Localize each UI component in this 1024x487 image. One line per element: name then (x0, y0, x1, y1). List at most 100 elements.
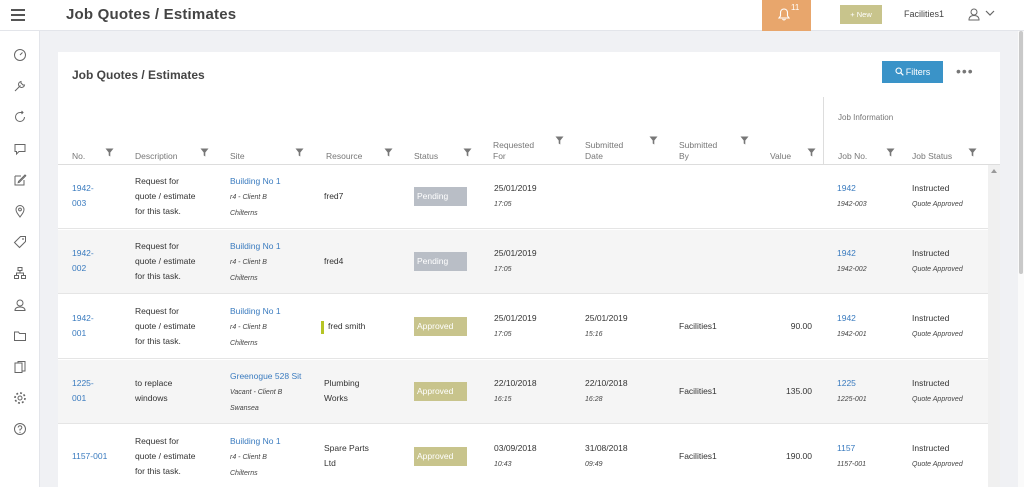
description: Request for quote / estimate for this task… (135, 306, 196, 346)
status-badge: Approved (414, 382, 467, 401)
site: Building No 1 r4 - Client B Chilterns (230, 306, 281, 347)
filter-icon[interactable] (555, 136, 564, 145)
quote-number-link[interactable]: 1942- 001 (72, 311, 94, 341)
col-header-site[interactable]: Site (230, 132, 300, 162)
table-row[interactable]: 1225- 001 to replace windows Greenogue 528… (58, 360, 988, 424)
table-row[interactable]: 1157-001 Request for quote / estimate for … (58, 425, 988, 487)
page-title: Job Quotes / Estimates (66, 6, 237, 23)
requested-for: 25/01/2019 17:05 (494, 313, 537, 338)
site-link[interactable]: Building No 1 (230, 241, 281, 251)
submitted-date: 25/01/2019 15:16 (585, 313, 628, 338)
dashboard-icon[interactable] (13, 48, 27, 62)
tag-icon[interactable] (13, 235, 27, 249)
col-header-value[interactable]: Value (770, 132, 810, 162)
refresh-icon[interactable] (13, 110, 27, 124)
job-status: Instructed Quote Approved (912, 248, 963, 273)
site-link[interactable]: Building No 1 (230, 436, 281, 446)
status-badge: Approved (414, 317, 467, 336)
col-header-resource[interactable]: Resource (326, 132, 386, 162)
table-row[interactable]: 1942- 002 Request for quote / estimate for … (58, 230, 988, 294)
folder-icon[interactable] (13, 329, 27, 343)
col-header-submitted-by[interactable]: Submitted By (679, 132, 739, 162)
status-badge: Pending (414, 252, 467, 271)
filters-button[interactable]: Filters (882, 61, 943, 83)
scroll-thumb[interactable] (1019, 31, 1023, 274)
col-header-job-status[interactable]: Job Status (912, 132, 972, 162)
description: Request for quote / estimate for this task… (135, 241, 196, 281)
resource: Spare Parts Ltd (324, 443, 369, 468)
site: Building No 1 r4 - Client B Chilterns (230, 436, 281, 477)
col-header-requested-for[interactable]: Requested For (493, 132, 553, 162)
col-header-submitted-date[interactable]: Submitted Date (585, 132, 645, 162)
job-information-label: Job Information (838, 113, 894, 122)
filter-icon[interactable] (968, 148, 977, 157)
status-badge: Approved (414, 447, 467, 466)
site: Building No 1 r4 - Client B Chilterns (230, 241, 281, 282)
more-options-button[interactable]: ••• (956, 63, 974, 79)
edit-icon[interactable] (13, 173, 27, 187)
filter-icon[interactable] (886, 148, 895, 157)
location-pin-icon[interactable] (13, 204, 27, 218)
scroll-up-icon[interactable] (991, 169, 997, 173)
site-link[interactable]: Building No 1 (230, 176, 281, 186)
description: Request for quote / estimate for this task… (135, 436, 196, 476)
submitted-date: 31/08/2018 09:49 (585, 443, 628, 468)
group-divider (823, 97, 824, 165)
site-link[interactable]: Building No 1 (230, 306, 281, 316)
user-name[interactable]: Facilities1 (904, 9, 944, 19)
filter-icon[interactable] (649, 136, 658, 145)
resource: fred7 (324, 191, 344, 201)
filters-label: Filters (905, 67, 931, 77)
notification-count: 11 (791, 3, 800, 12)
table-scrollbar[interactable] (988, 165, 1000, 487)
job-number-link[interactable]: 1157 1157-001 (837, 441, 866, 472)
submitted-date: 22/10/2018 16:28 (585, 378, 628, 403)
documents-icon[interactable] (13, 360, 27, 374)
table-row[interactable]: 1942- 001 Request for quote / estimate for … (58, 295, 988, 359)
quote-number-link[interactable]: 1942- 002 (72, 246, 94, 276)
user-icon[interactable] (968, 8, 980, 21)
quote-number-link[interactable]: 1942- 003 (72, 181, 94, 211)
contact-icon[interactable] (13, 298, 27, 312)
job-status: Instructed Quote Approved (912, 378, 963, 403)
notifications-button[interactable]: 11 (762, 0, 811, 31)
top-bar: Job Quotes / Estimates 11 + New Faciliti… (0, 0, 1024, 31)
quote-number-link[interactable]: 1157-001 (72, 449, 107, 464)
hamburger-menu-icon[interactable] (11, 9, 25, 21)
job-number-link[interactable]: 1225 1225-001 (837, 376, 867, 407)
col-header-description[interactable]: Description (135, 132, 205, 162)
settings-icon[interactable] (13, 391, 27, 405)
requested-for: 22/10/2018 16:15 (494, 378, 537, 403)
job-number-link[interactable]: 1942 1942-002 (837, 246, 867, 277)
hierarchy-icon[interactable] (13, 266, 27, 280)
job-status: Instructed Quote Approved (912, 443, 963, 468)
wrench-icon[interactable] (13, 79, 27, 93)
filter-icon[interactable] (740, 136, 749, 145)
filter-icon[interactable] (295, 148, 304, 157)
chevron-down-icon[interactable] (985, 10, 995, 17)
job-number-link[interactable]: 1942 1942-001 (837, 311, 867, 342)
filter-icon[interactable] (463, 148, 472, 157)
filter-icon[interactable] (384, 148, 393, 157)
quote-number-link[interactable]: 1225- 001 (72, 376, 94, 406)
filter-icon[interactable] (105, 148, 114, 157)
description: Request for quote / estimate for this task… (135, 176, 196, 216)
filter-icon[interactable] (807, 148, 816, 157)
filter-icon[interactable] (200, 148, 209, 157)
table-row[interactable]: 1942- 003 Request for quote / estimate for … (58, 165, 988, 229)
new-button[interactable]: + New (840, 5, 882, 24)
job-status: Instructed Quote Approved (912, 313, 963, 338)
col-header-status[interactable]: Status (414, 132, 464, 162)
value: 190.00 (786, 451, 812, 461)
col-header-job-no[interactable]: Job No. (838, 132, 888, 162)
sidebar (0, 31, 40, 487)
site-link[interactable]: Greenogue 528 Sit (230, 371, 301, 381)
help-icon[interactable] (13, 422, 27, 436)
col-header-no[interactable]: No. (72, 132, 122, 162)
resource: Plumbing Works (324, 378, 360, 403)
page-scrollbar[interactable] (1018, 31, 1024, 487)
job-number-link[interactable]: 1942 1942-003 (837, 181, 867, 212)
submitted-by: Facilities1 (679, 321, 717, 331)
site: Greenogue 528 Sit Vacant - Client B Swanse… (230, 371, 302, 412)
chat-icon[interactable] (13, 142, 27, 156)
